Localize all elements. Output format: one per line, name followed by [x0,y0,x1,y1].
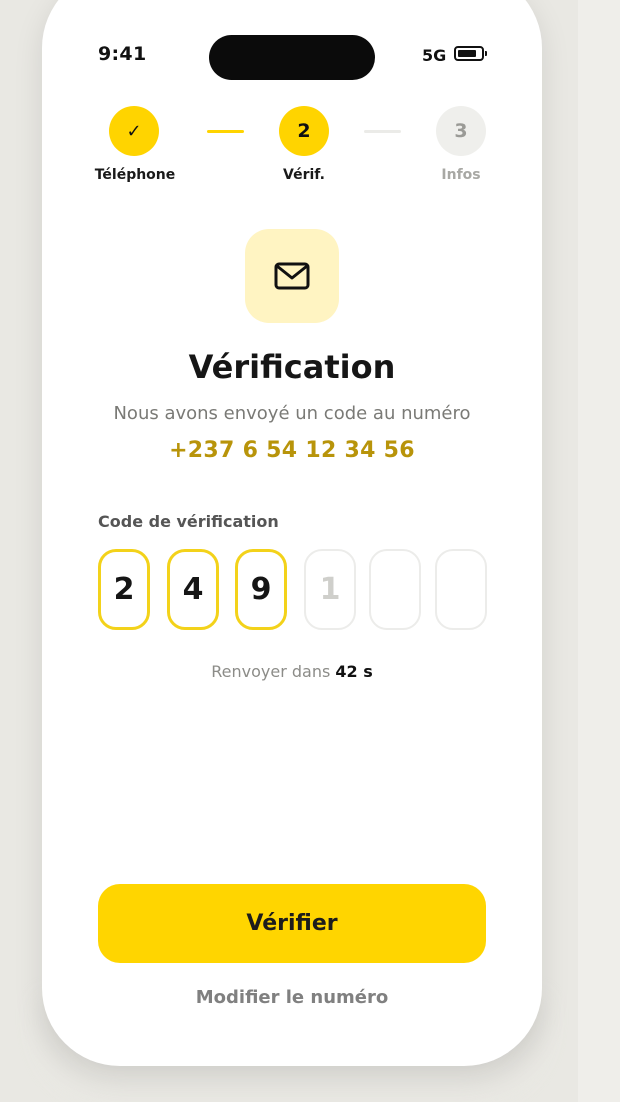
code-label: Code de vérification [98,512,279,531]
mail-icon-container [245,229,339,323]
step-2-label: Vérif. [283,167,325,183]
step-3-number: 3 [436,106,486,156]
verify-button[interactable]: Vérifier [98,884,486,963]
otp-digit-5[interactable] [369,549,421,630]
battery-icon [454,46,487,61]
otp-digit-4[interactable]: 1 [304,549,356,630]
step-connector-pending [364,130,401,133]
step-connector-completed [207,130,244,133]
network-indicator: 5G [422,46,447,65]
step-1-label: Téléphone [94,167,176,183]
resend-countdown: 42 s [335,662,373,681]
status-time: 9:41 [98,43,147,65]
modify-number-link[interactable]: Modifier le numéro [42,987,542,1008]
page-title: Vérification [188,348,396,386]
otp-digit-2[interactable]: 4 [167,549,219,630]
step-2-number: 2 [279,106,329,156]
page-subtitle: Nous avons envoyé un code au numéro [113,403,471,424]
dynamic-island [209,35,375,80]
mail-icon [274,262,310,290]
backdrop [578,0,620,1102]
otp-digit-3[interactable]: 9 [235,549,287,630]
otp-digit-1[interactable]: 2 [98,549,150,630]
resend-timer: Renvoyer dans 42 s [42,662,542,681]
resend-prefix: Renvoyer dans [211,662,336,681]
step-1-check: ✓ [109,106,159,156]
step-3-label: Infos [441,167,481,183]
phone-number: +237 6 54 12 34 56 [169,438,415,463]
otp-digit-6[interactable] [435,549,487,630]
